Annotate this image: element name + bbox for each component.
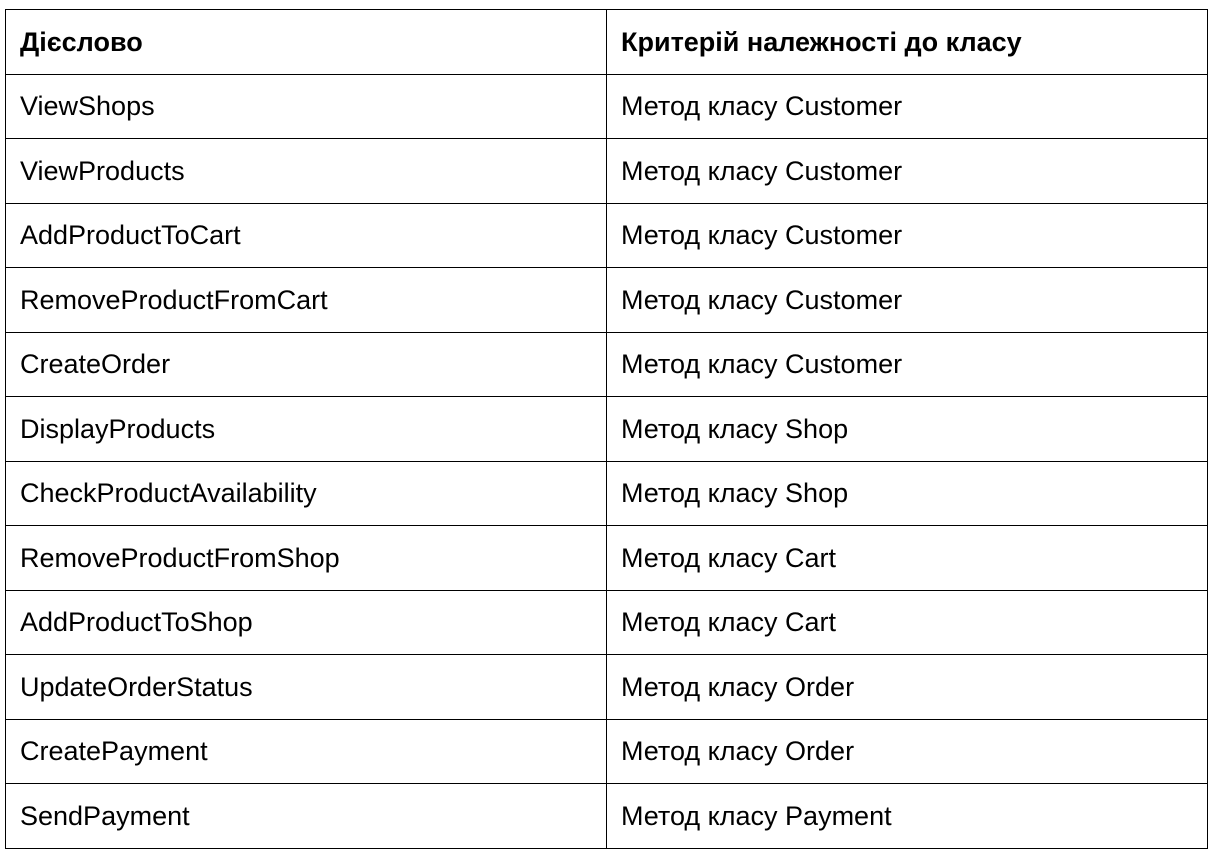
criterion-cell: Метод класу Customer	[606, 73, 1208, 139]
verb-cell: AddProductToCart	[5, 202, 607, 268]
criterion-cell: Метод класу Order	[606, 718, 1208, 784]
table-row: CreateOrder Метод класу Customer	[5, 331, 1208, 397]
table-row: DisplayProducts Метод класу Shop	[5, 396, 1208, 462]
criterion-cell: Метод класу Cart	[606, 589, 1208, 655]
criterion-cell: Метод класу Order	[606, 654, 1208, 720]
criterion-cell: Метод класу Cart	[606, 525, 1208, 591]
verb-cell: CreateOrder	[5, 331, 607, 397]
verb-cell: DisplayProducts	[5, 396, 607, 462]
table-row: ViewShops Метод класу Customer	[5, 73, 1208, 139]
criterion-cell: Метод класу Customer	[606, 267, 1208, 333]
table-row: RemoveProductFromShop Метод класу Cart	[5, 525, 1208, 591]
verb-cell: AddProductToShop	[5, 589, 607, 655]
verb-cell: SendPayment	[5, 783, 607, 849]
table-row: ViewProducts Метод класу Customer	[5, 138, 1208, 204]
verbs-table-container: Дієслово Критерій належності до класу Vi…	[5, 9, 1208, 849]
verb-cell: ViewShops	[5, 73, 607, 139]
criterion-cell: Метод класу Payment	[606, 783, 1208, 849]
criterion-cell: Метод класу Customer	[606, 331, 1208, 397]
verb-cell: RemoveProductFromCart	[5, 267, 607, 333]
verb-cell: CheckProductAvailability	[5, 460, 607, 526]
table-header-row: Дієслово Критерій належності до класу	[5, 9, 1208, 75]
criterion-cell: Метод класу Customer	[606, 202, 1208, 268]
verb-cell: UpdateOrderStatus	[5, 654, 607, 720]
criterion-cell: Метод класу Customer	[606, 138, 1208, 204]
verb-cell: CreatePayment	[5, 718, 607, 784]
table-row: RemoveProductFromCart Метод класу Custom…	[5, 267, 1208, 333]
header-verb: Дієслово	[5, 9, 607, 75]
table-row: CreatePayment Метод класу Order	[5, 718, 1208, 784]
verbs-table: Дієслово Критерій належності до класу Vi…	[5, 9, 1208, 849]
criterion-cell: Метод класу Shop	[606, 396, 1208, 462]
table-row: UpdateOrderStatus Метод класу Order	[5, 654, 1208, 720]
criterion-cell: Метод класу Shop	[606, 460, 1208, 526]
table-row: CheckProductAvailability Метод класу Sho…	[5, 460, 1208, 526]
table-row: SendPayment Метод класу Payment	[5, 783, 1208, 849]
table-row: AddProductToCart Метод класу Customer	[5, 202, 1208, 268]
verb-cell: ViewProducts	[5, 138, 607, 204]
header-class-criterion: Критерій належності до класу	[606, 9, 1208, 75]
table-row: AddProductToShop Метод класу Cart	[5, 589, 1208, 655]
verb-cell: RemoveProductFromShop	[5, 525, 607, 591]
